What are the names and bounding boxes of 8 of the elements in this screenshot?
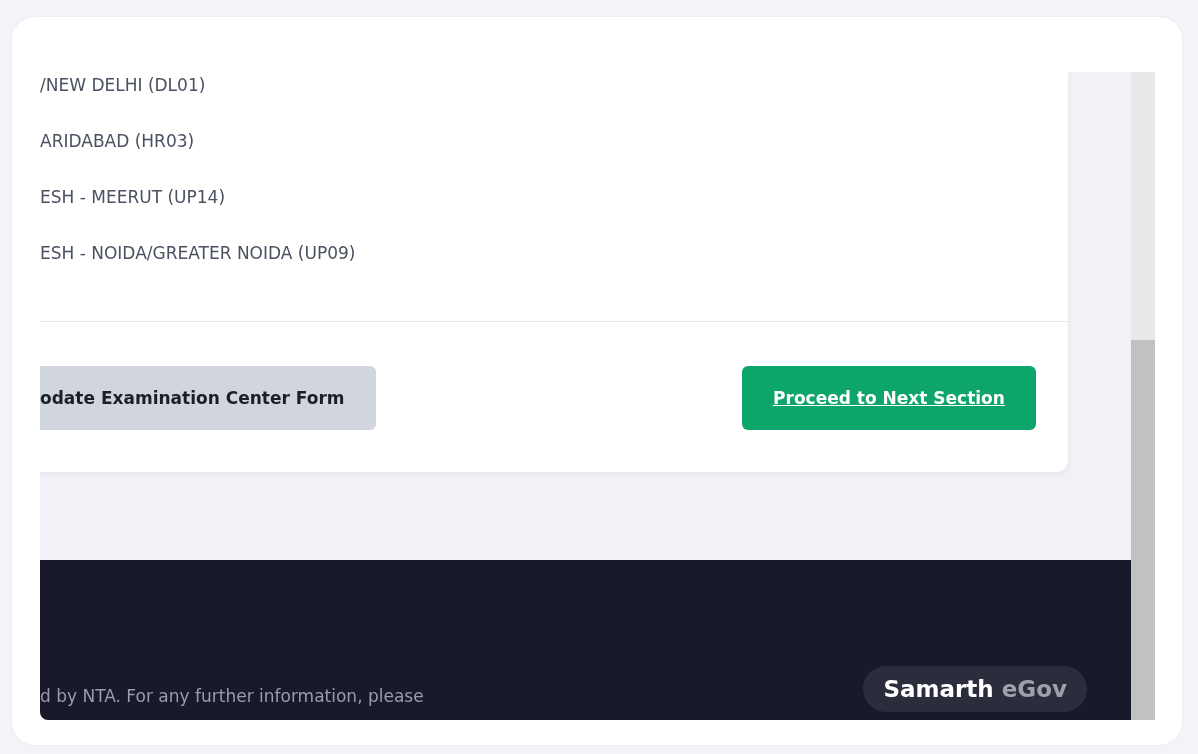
exam-center-option: ARIDABAD (HR03) — [40, 130, 1068, 153]
exam-center-option: ESH - MEERUT (UP14) — [40, 186, 1068, 209]
exam-center-option: ESH - NOIDA/GREATER NOIDA (UP09) — [40, 242, 1068, 265]
exam-center-option: /NEW DELHI (DL01) — [40, 74, 1068, 97]
footer-text: d by NTA. For any further information, please — [40, 686, 424, 706]
update-form-button[interactable]: odate Examination Center Form — [40, 366, 376, 430]
scrollbar-thumb[interactable] — [1131, 340, 1155, 720]
brand-logo: Samarth eGov — [863, 666, 1087, 712]
